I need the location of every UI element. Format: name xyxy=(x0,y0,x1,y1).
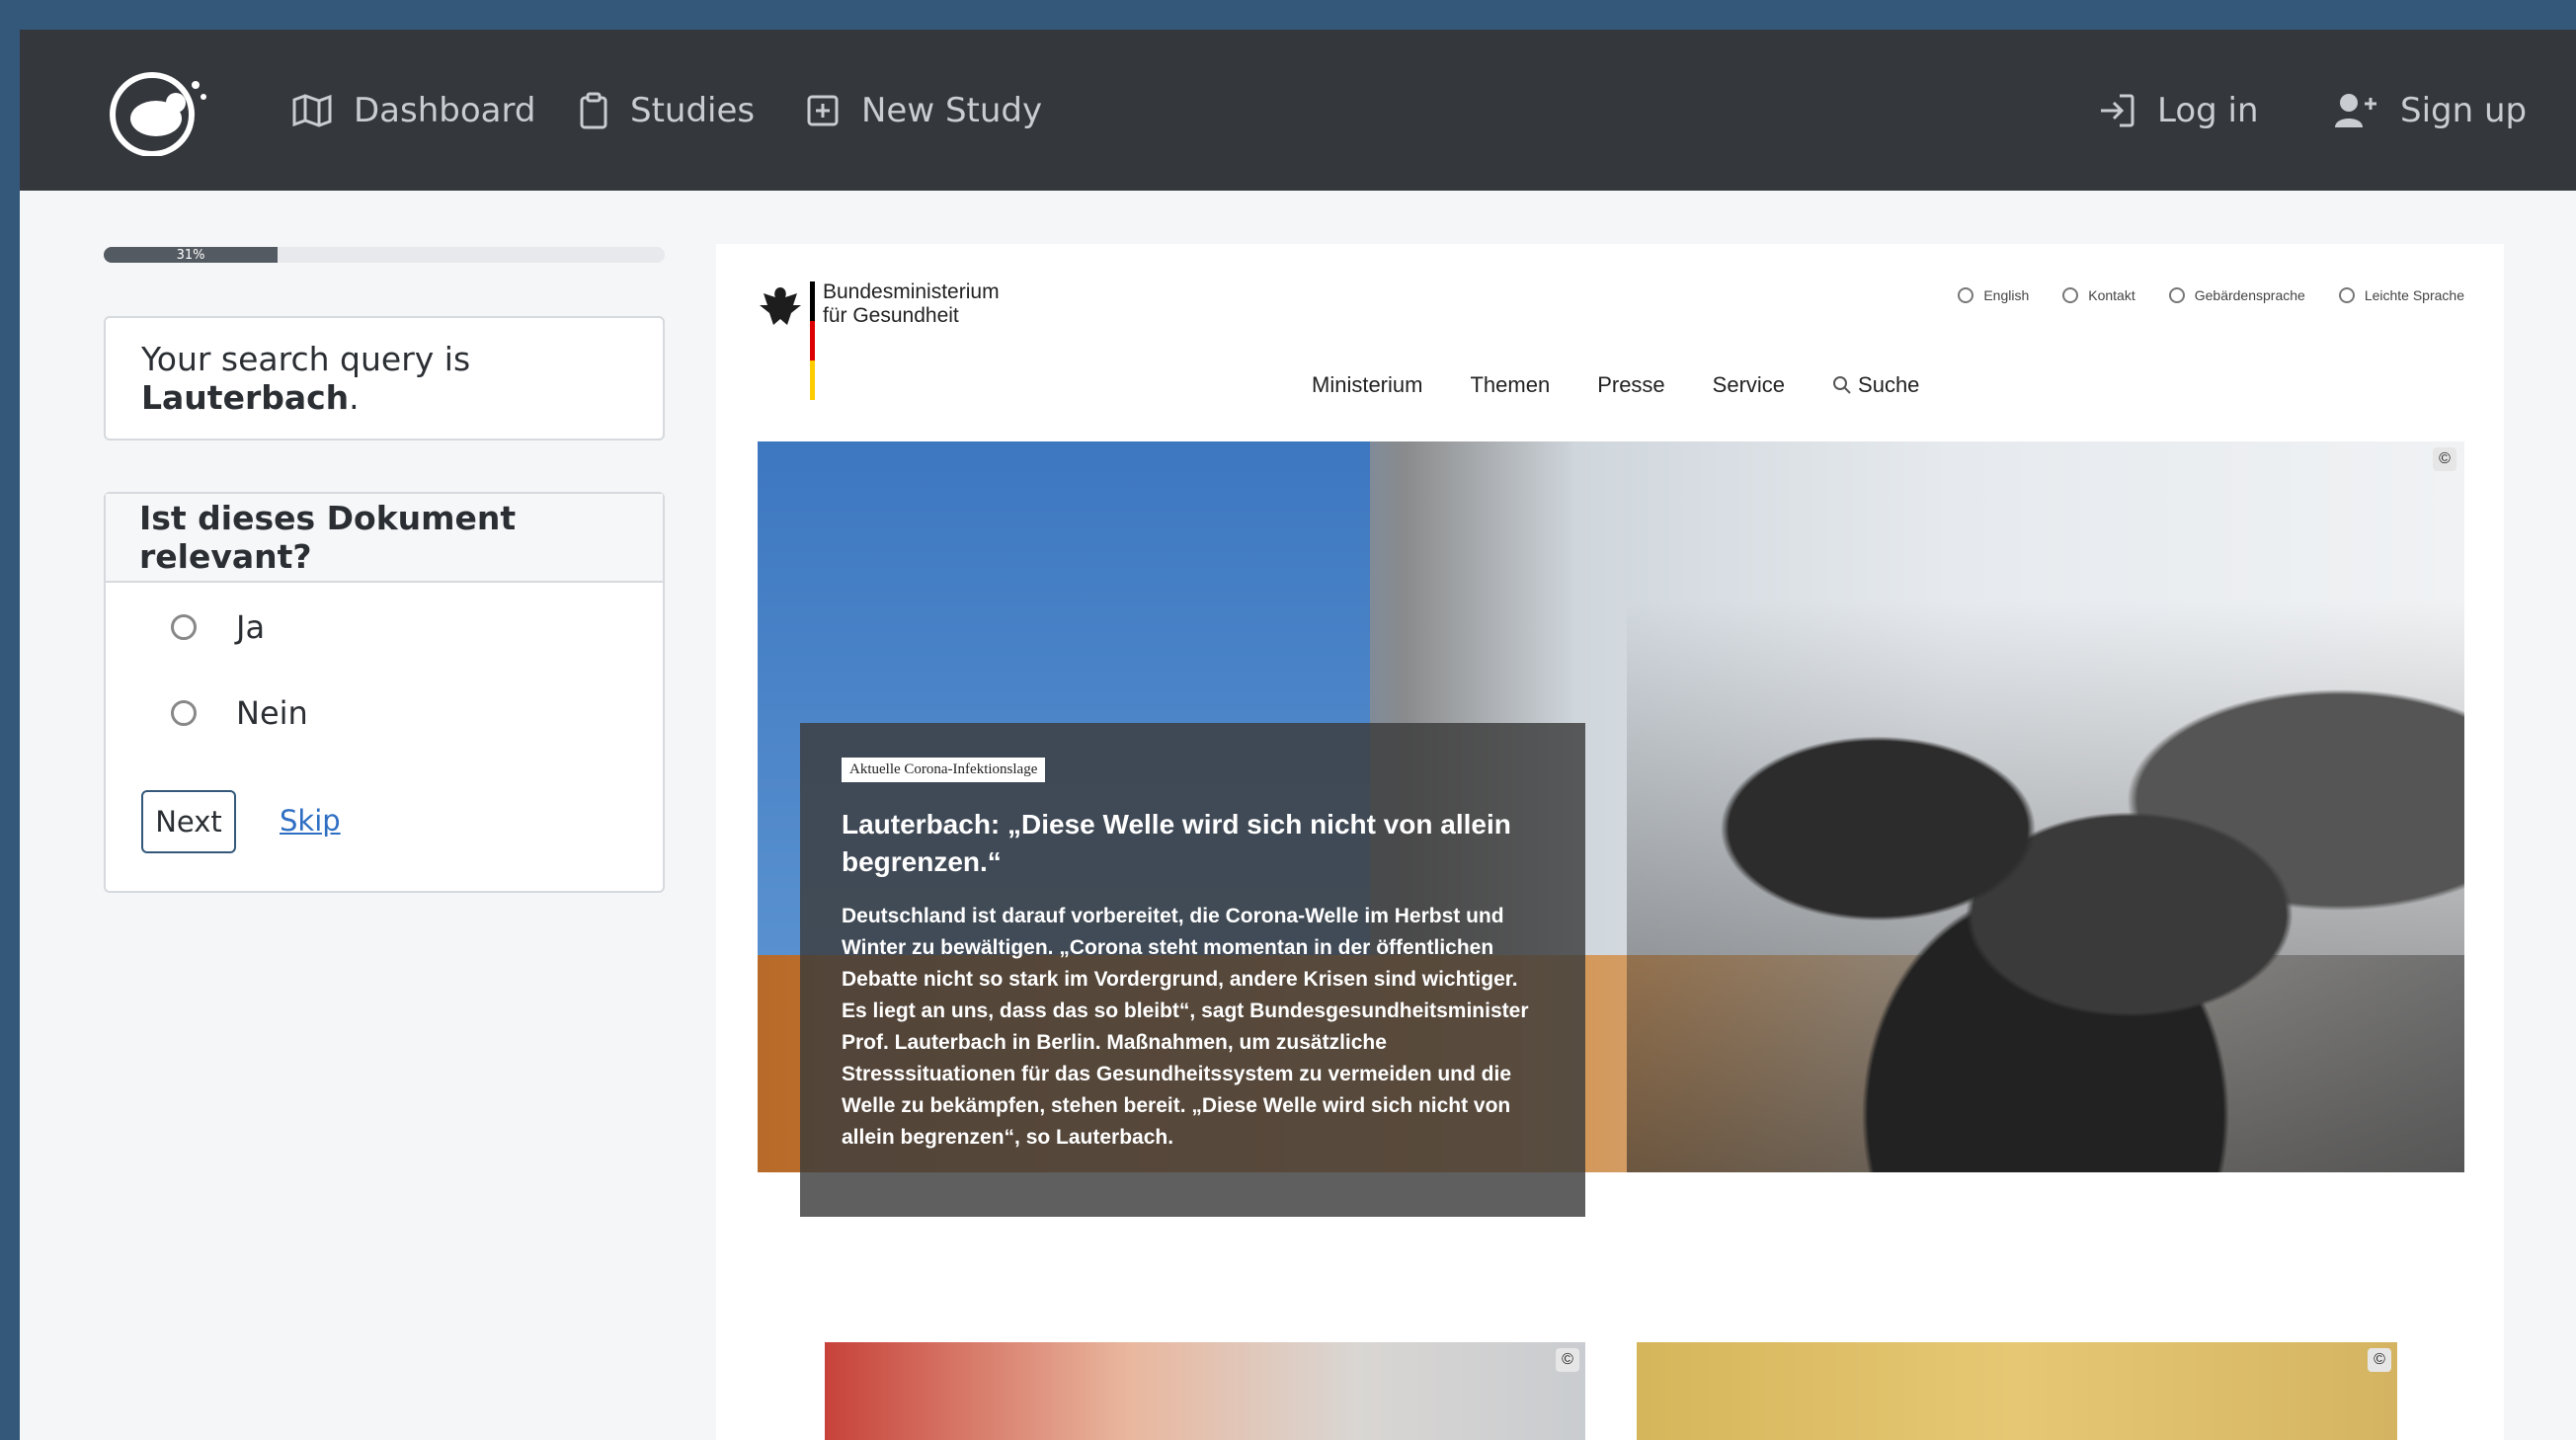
utility-links: English Kontakt Gebärdensprache Leichte … xyxy=(1958,287,2464,303)
progress-fill: 31% xyxy=(104,247,279,263)
relevance-question-card: Ist dieses Dokument relevant? Ja Nein Ne… xyxy=(104,492,665,893)
nav-login[interactable]: Log in xyxy=(2098,30,2259,191)
thumb-right-copyright-badge: © xyxy=(2368,1348,2391,1372)
link-kontakt[interactable]: Kontakt xyxy=(2062,287,2135,303)
thumbnail-left[interactable]: © xyxy=(825,1342,1585,1440)
link-english-label: English xyxy=(1983,287,2030,303)
question-title: Ist dieses Dokument relevant? xyxy=(106,494,663,583)
hero-teaser-box[interactable]: Aktuelle Corona-Infektionslage Lauterbac… xyxy=(800,723,1585,1217)
plus-square-icon xyxy=(807,95,839,125)
menu-service[interactable]: Service xyxy=(1713,372,1785,398)
link-gebaerdensprache[interactable]: Gebärdensprache xyxy=(2168,287,2305,303)
app-window: Dashboard Studies New Study Log in Sign … xyxy=(20,30,2576,1440)
login-icon xyxy=(2101,94,2134,126)
globe-icon xyxy=(1958,287,1974,303)
option-ja-label: Ja xyxy=(236,608,266,646)
site-main-menu: Ministerium Themen Presse Service Suche xyxy=(1312,372,1919,398)
map-icon xyxy=(292,93,332,127)
teaser-title: Lauterbach: „Diese Welle wird sich nicht… xyxy=(842,809,1511,877)
nav-new-study[interactable]: New Study xyxy=(806,30,1042,191)
link-english[interactable]: English xyxy=(1958,287,2029,303)
nav-dashboard-label: Dashboard xyxy=(354,90,536,130)
ministry-name-line2: für Gesundheit xyxy=(823,304,959,327)
option-ja[interactable]: Ja xyxy=(171,608,265,646)
menu-suche[interactable]: Suche xyxy=(1832,372,1919,398)
top-navbar: Dashboard Studies New Study Log in Sign … xyxy=(20,30,2576,191)
document-preview[interactable]: Bundesministerium für Gesundheit English… xyxy=(716,244,2504,1440)
ministry-name: Bundesministerium für Gesundheit xyxy=(823,280,1000,328)
clipboard-icon xyxy=(580,92,607,128)
nav-studies[interactable]: Studies xyxy=(579,30,755,191)
next-button[interactable]: Next xyxy=(141,790,236,853)
user-plus-icon xyxy=(2335,93,2376,127)
book-icon xyxy=(2338,287,2355,303)
main-content: 31% Your search query is Lauterbach. Ist… xyxy=(20,191,2576,1440)
teaser-text: Deutschland ist darauf vorbereitet, die … xyxy=(842,905,1529,1149)
nav-login-label: Log in xyxy=(2157,90,2259,130)
nav-dashboard[interactable]: Dashboard xyxy=(292,30,535,191)
link-gebaerdensprache-label: Gebärdensprache xyxy=(2194,287,2305,303)
nav-signup-label: Sign up xyxy=(2400,90,2528,130)
menu-themen[interactable]: Themen xyxy=(1470,372,1550,398)
link-leichte-sprache[interactable]: Leichte Sprache xyxy=(2338,287,2464,303)
radio-nein[interactable] xyxy=(171,700,197,726)
option-nein-label: Nein xyxy=(236,694,308,732)
menu-ministerium[interactable]: Ministerium xyxy=(1312,372,1422,398)
search-query-card: Your search query is Lauterbach. xyxy=(104,316,665,440)
hero-copyright-badge: © xyxy=(2433,447,2456,471)
nav-studies-label: Studies xyxy=(630,90,756,130)
query-term: Lauterbach xyxy=(141,378,350,417)
progress-label: 31% xyxy=(176,247,205,263)
logo-icon[interactable] xyxy=(105,67,213,156)
hand-icon xyxy=(2168,287,2185,303)
ministry-name-line1: Bundesministerium xyxy=(823,280,1000,303)
hero-photographers xyxy=(1627,600,2464,1172)
menu-suche-label: Suche xyxy=(1858,372,1920,397)
query-prefix: Your search query is xyxy=(141,340,471,378)
nav-signup[interactable]: Sign up xyxy=(2333,30,2527,191)
link-kontakt-label: Kontakt xyxy=(2088,287,2135,303)
teaser-tag: Aktuelle Corona-Infektionslage xyxy=(842,758,1046,782)
federal-eagle-icon xyxy=(760,287,801,325)
thumb-left-copyright-badge: © xyxy=(1556,1348,1579,1372)
nav-new-study-label: New Study xyxy=(861,90,1043,130)
progress-bar: 31% xyxy=(104,247,665,263)
query-suffix: . xyxy=(349,378,360,417)
thumbnail-right[interactable]: © xyxy=(1637,1342,2397,1440)
phone-icon xyxy=(2062,287,2079,303)
menu-presse[interactable]: Presse xyxy=(1597,372,1664,398)
option-nein[interactable]: Nein xyxy=(171,694,308,732)
skip-link[interactable]: Skip xyxy=(280,804,341,838)
search-icon xyxy=(1833,376,1851,394)
link-leichte-sprache-label: Leichte Sprache xyxy=(2364,287,2464,303)
radio-ja[interactable] xyxy=(171,614,197,640)
german-flag-bar xyxy=(810,281,815,400)
